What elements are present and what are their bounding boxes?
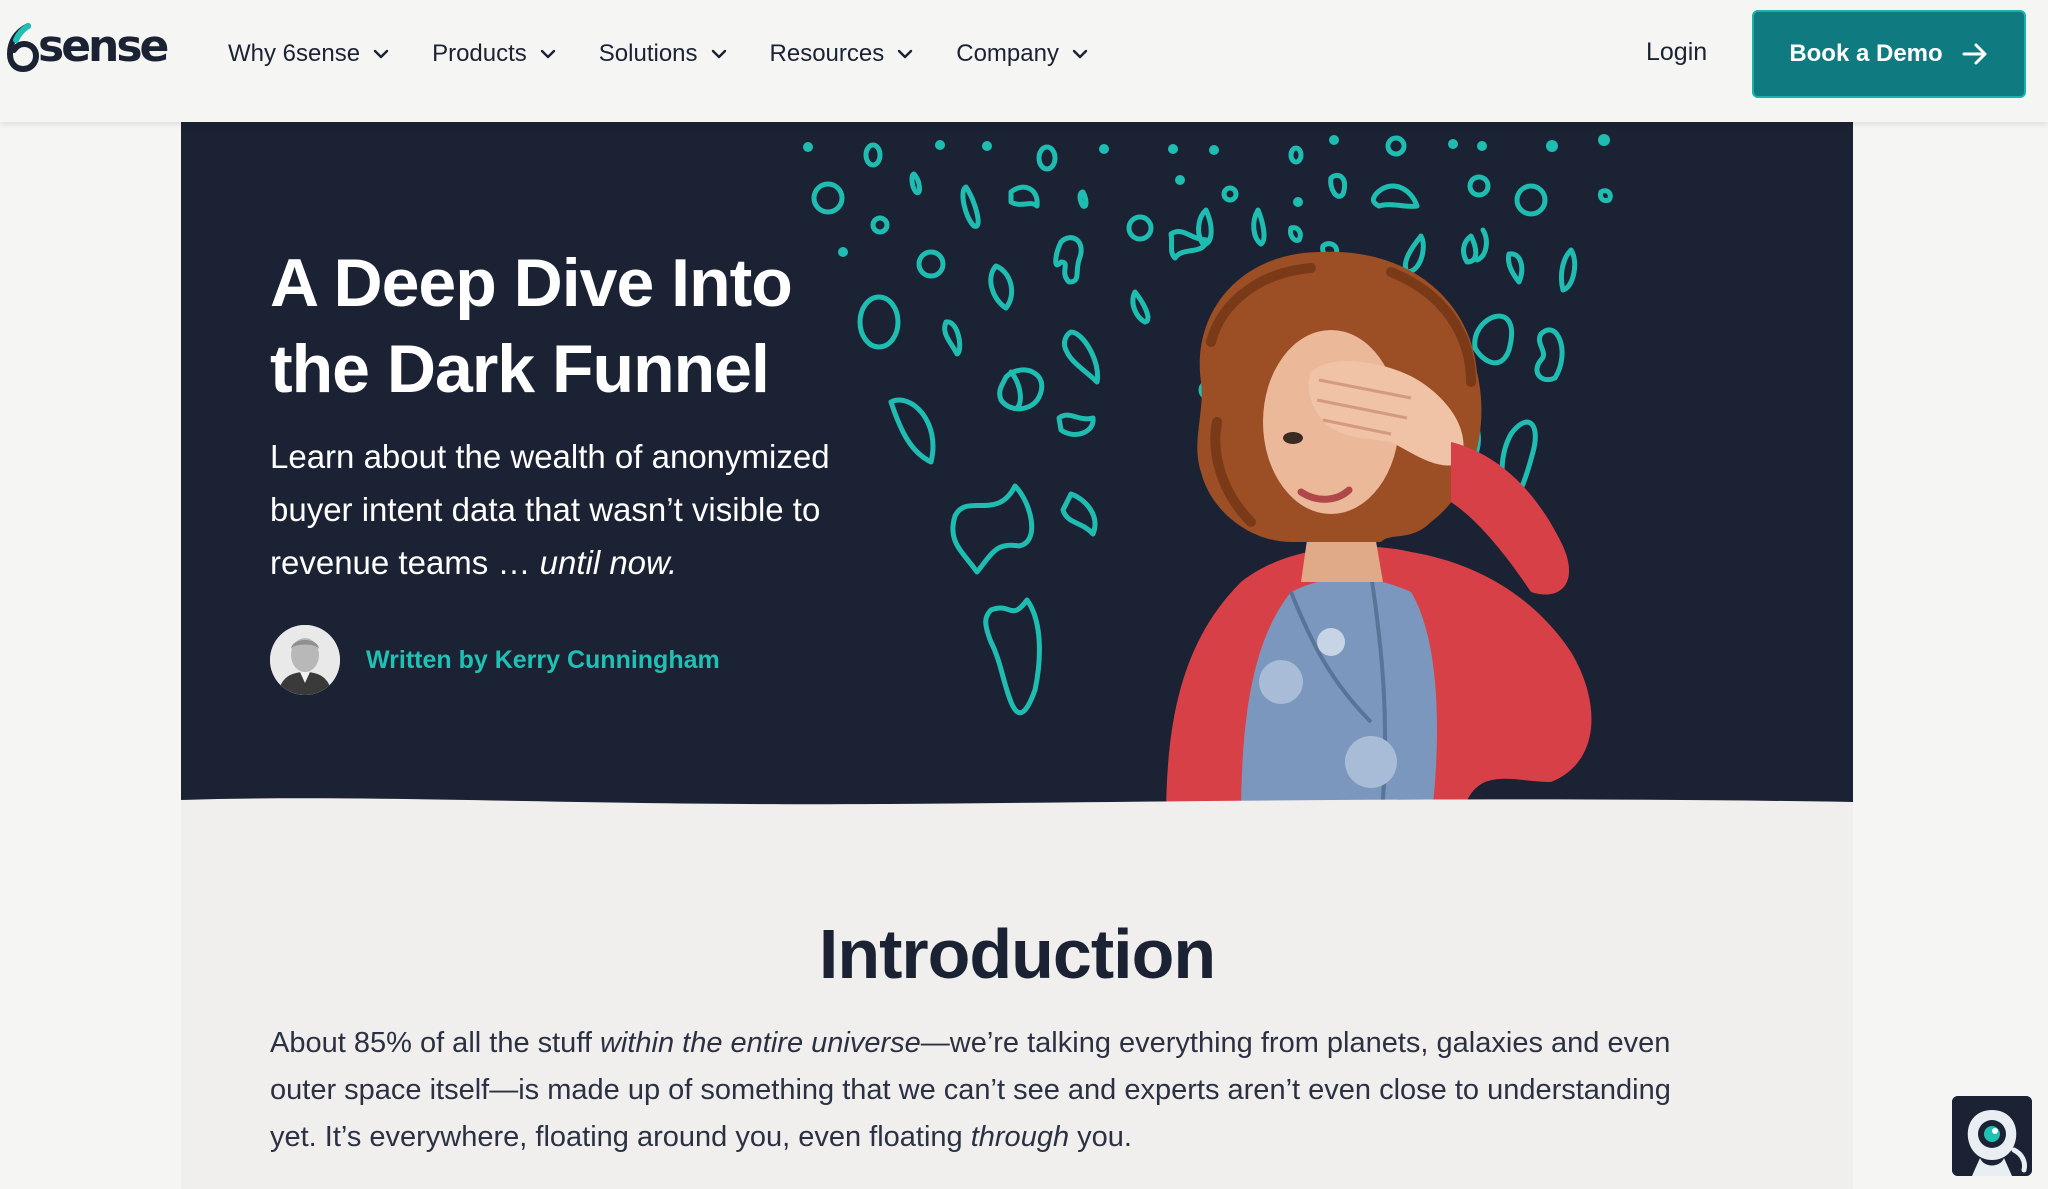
nav-label: Resources [769,40,885,67]
chevron-down-icon [898,49,913,59]
nav-resources[interactable]: Resources [770,40,915,68]
article-content: Introduction About 85% of all the stuff … [181,822,1853,1189]
nav-company[interactable]: Company [956,40,1089,68]
person-illustration [1166,251,1592,822]
book-demo-button[interactable]: Book a Demo [1752,10,2026,98]
chevron-down-icon [540,49,555,59]
nav-label: Why 6sense [228,40,361,67]
author-link[interactable]: Written by Kerry Cunningham [366,646,720,675]
text-emphasis: through [970,1121,1070,1153]
main-nav: Why 6sense Products Solutions Resources … [228,0,1131,108]
text-emphasis: within the entire universe [599,1027,921,1059]
chat-widget-button[interactable] [1952,1096,2032,1176]
chat-robot-icon [1952,1096,2032,1176]
chevron-down-icon [373,49,389,59]
arrow-right-icon [1962,43,1987,65]
hero-wave-divider [181,798,1853,822]
6sense-logo-icon [6,23,40,72]
hero-title-line2: the Dark Funnel [270,331,770,407]
nav-label: Solutions [598,40,698,67]
hero-subtitle-emphasis: until now. [539,544,678,581]
nav-why-6sense[interactable]: Why 6sense [228,40,390,68]
chevron-down-icon [711,49,726,59]
intro-paragraph: About 85% of all the stuff within the en… [270,1020,1720,1161]
nav-label: Company [956,40,1059,67]
hero-title: A Deep Dive Into the Dark Funnel [270,240,830,412]
nav-solutions[interactable]: Solutions [599,40,728,68]
author-portrait [270,625,340,695]
login-link[interactable]: Login [1646,38,1707,67]
logo[interactable]: sense [6,21,169,72]
text-run: About 85% of all the stuff [270,1027,600,1059]
text-run: you. [1069,1121,1132,1153]
site-header: sense Why 6sense Products Solutions Reso… [0,0,2048,122]
logo-wordmark: sense [38,21,169,72]
section-heading: Introduction [818,915,1216,993]
nav-products[interactable]: Products [432,40,557,68]
author-avatar [270,625,340,695]
doodle-dots [803,134,1610,316]
author-byline: Written by Kerry Cunningham [270,625,720,695]
hero-banner: A Deep Dive Into the Dark Funnel Learn a… [181,122,1853,822]
chevron-down-icon [1072,49,1088,59]
hero-illustration [803,134,1613,822]
hero-title-line1: A Deep Dive Into [270,245,793,321]
book-demo-label: Book a Demo [1789,40,1943,67]
nav-label: Products [432,40,527,67]
